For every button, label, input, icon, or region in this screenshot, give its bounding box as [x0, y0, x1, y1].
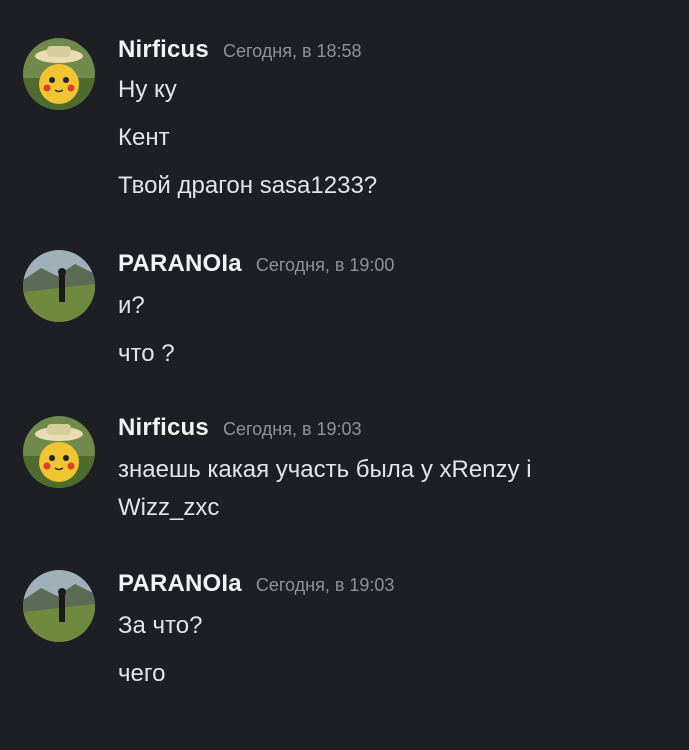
- message-text: Ну ку: [118, 76, 177, 103]
- message-header: PARANOIa Сегодня, в 19:03: [118, 570, 394, 600]
- username[interactable]: Nirficus: [118, 414, 209, 442]
- mountain-figure-avatar[interactable]: [23, 570, 95, 642]
- message-header: Nirficus Сегодня, в 18:58: [118, 36, 362, 66]
- message-text: Wizz_zxc: [118, 494, 220, 521]
- timestamp: Сегодня, в 19:00: [255, 255, 395, 275]
- username[interactable]: Nirficus: [118, 36, 209, 64]
- message-text: За что?: [118, 612, 203, 639]
- chat-message-list: Nirficus Сегодня, в 18:58 Ну ку Кент Тво…: [0, 0, 689, 750]
- message-text: и?: [118, 292, 145, 319]
- message-header: PARANOIa Сегодня, в 19:00: [118, 250, 394, 280]
- pikachu-detective-avatar[interactable]: [23, 416, 95, 488]
- timestamp: Сегодня, в 18:58: [222, 41, 362, 61]
- mountain-figure-avatar[interactable]: [23, 250, 95, 322]
- username[interactable]: PARANOIa: [118, 250, 242, 278]
- pikachu-detective-avatar[interactable]: [23, 38, 95, 110]
- message-text: знаешь какая участь была у xRenzy i: [118, 456, 532, 483]
- message-header: Nirficus Сегодня, в 19:03: [118, 414, 362, 444]
- message-text: Кент: [118, 124, 170, 151]
- message-text: Твой драгон sasa1233?: [118, 172, 378, 199]
- username[interactable]: PARANOIa: [118, 570, 242, 598]
- message-text: чего: [118, 660, 166, 687]
- timestamp: Сегодня, в 19:03: [255, 575, 395, 595]
- timestamp: Сегодня, в 19:03: [222, 419, 362, 439]
- message-text: что ?: [118, 340, 175, 367]
